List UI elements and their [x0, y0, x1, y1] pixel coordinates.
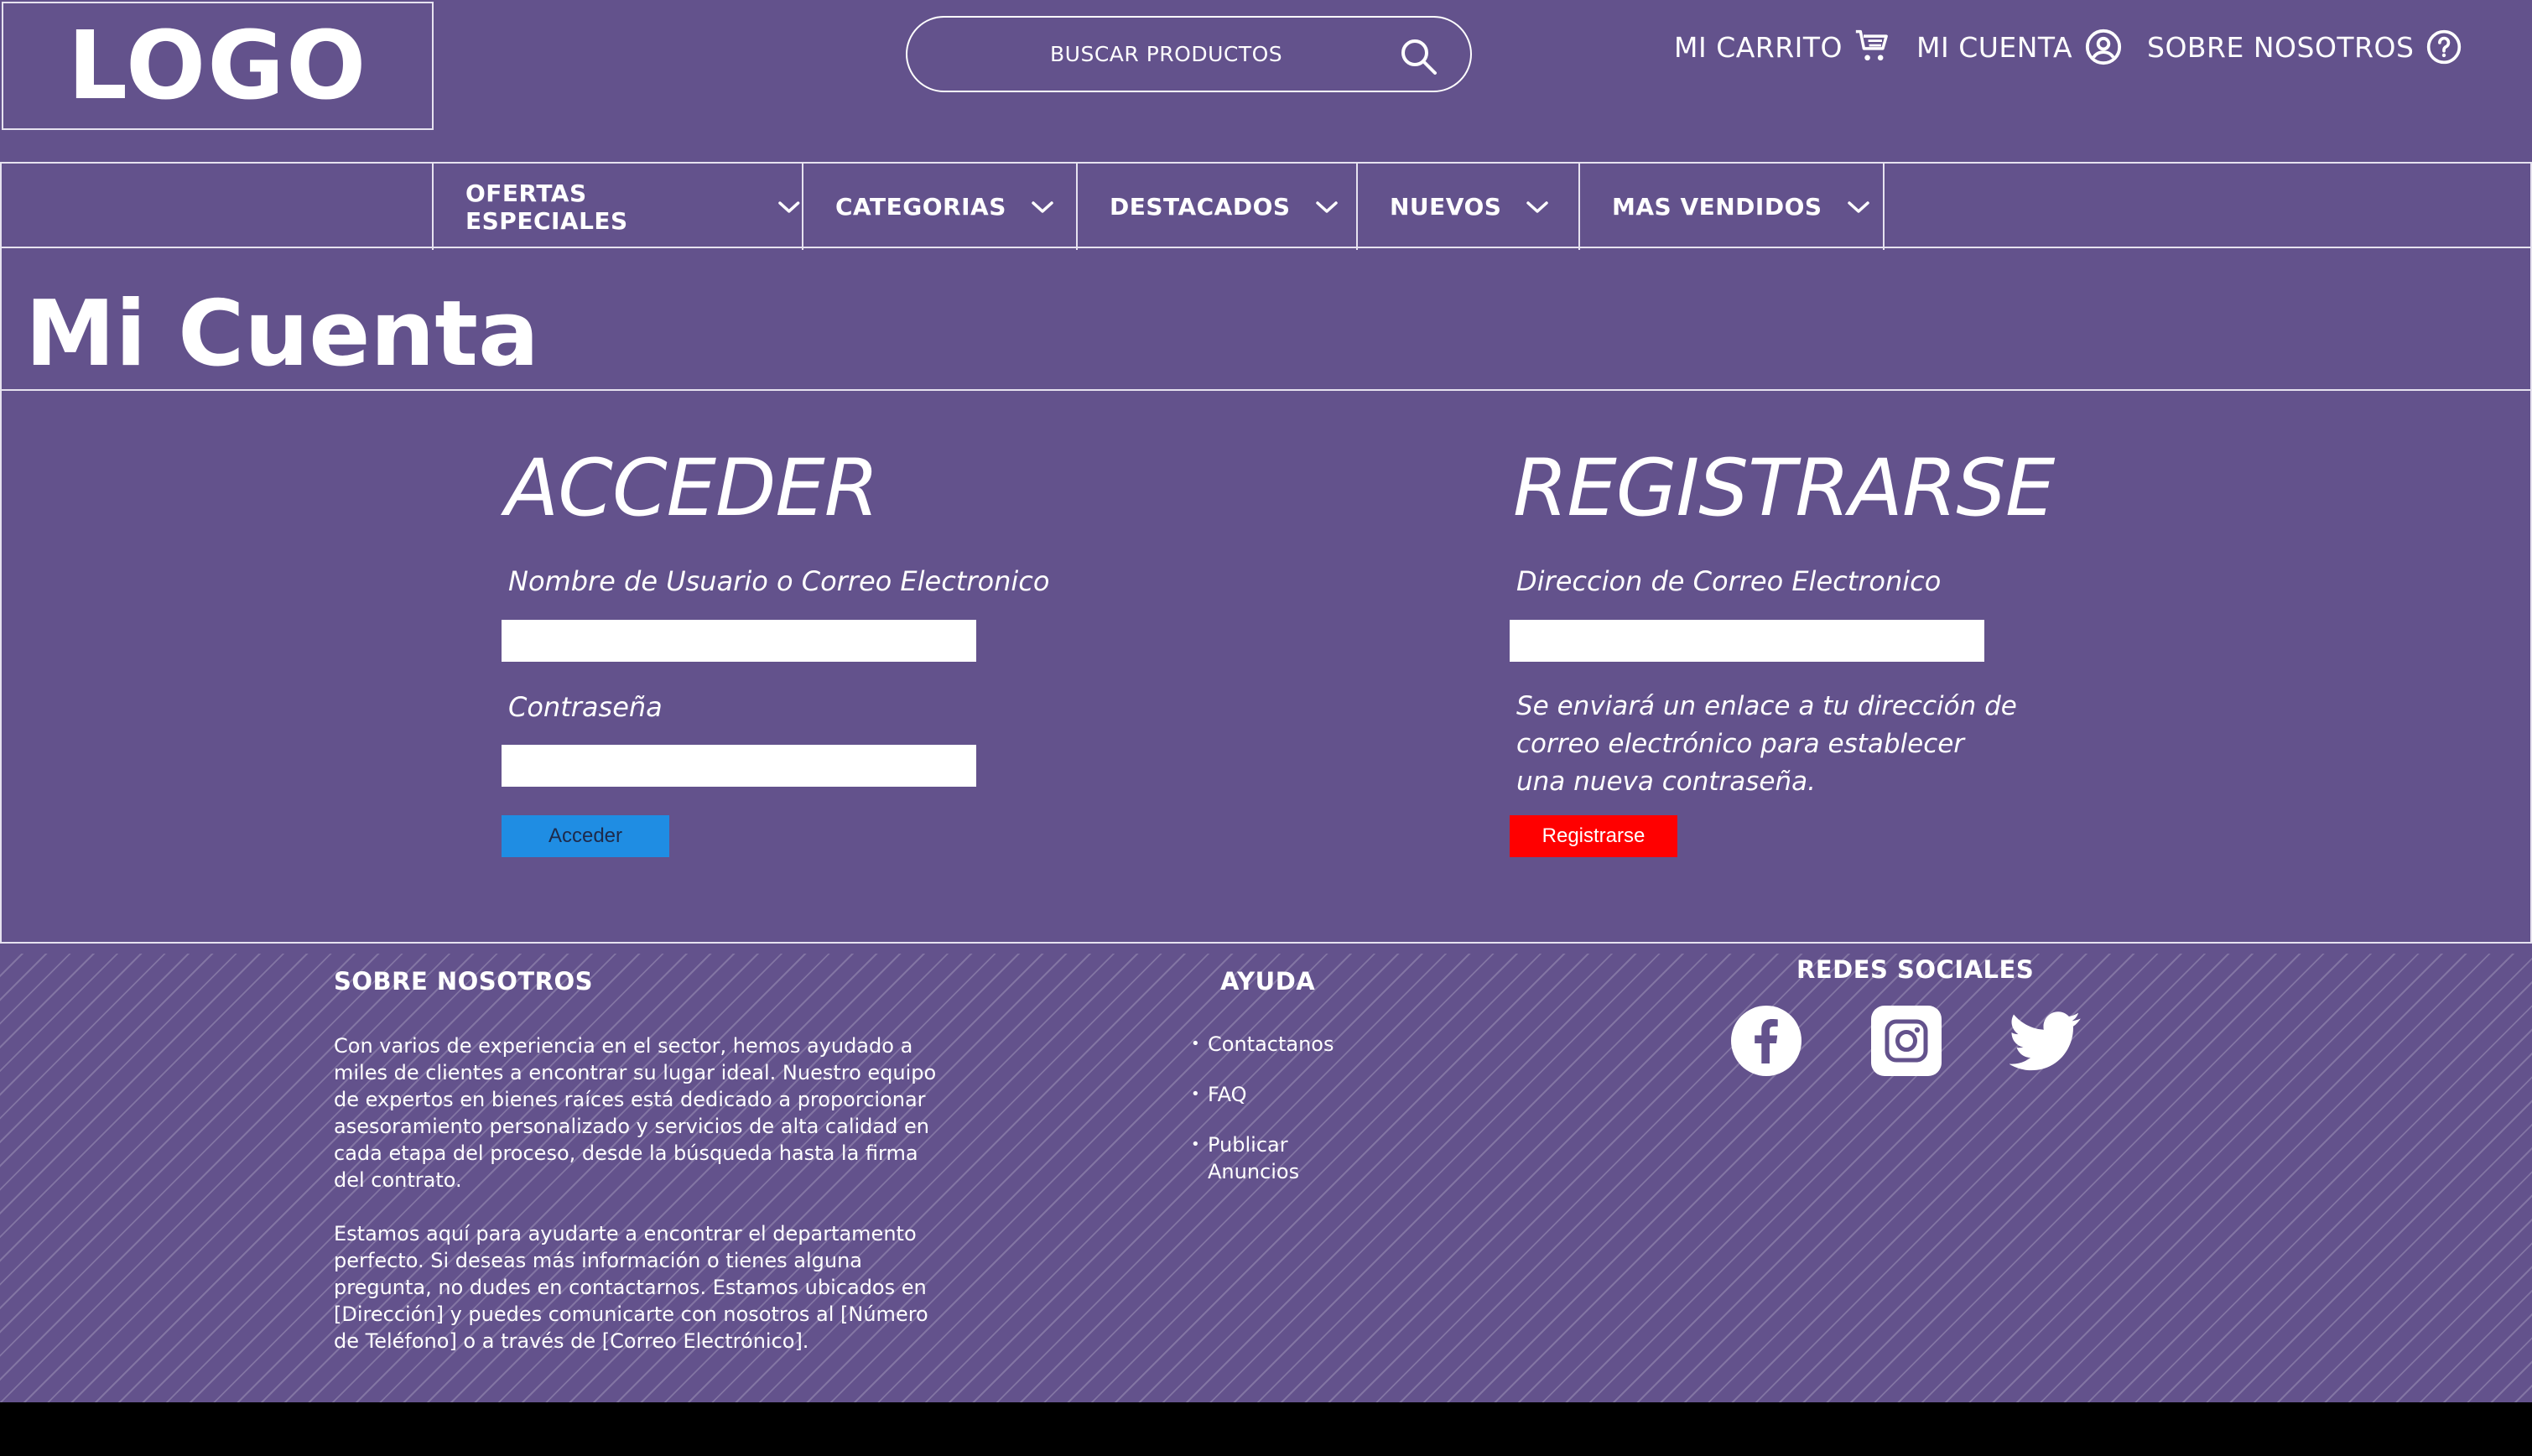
chevron-down-icon	[1847, 200, 1869, 213]
instagram-icon[interactable]	[1870, 1005, 1942, 1077]
chevron-down-icon	[1526, 200, 1549, 213]
account-panel: ACCEDER Nombre de Usuario o Correo Elect…	[0, 391, 2532, 944]
cart-link[interactable]: MI CARRITO	[1674, 23, 1891, 70]
login-title: ACCEDER	[505, 443, 879, 534]
username-field[interactable]	[502, 620, 976, 662]
cart-link-label: MI CARRITO	[1674, 30, 1843, 64]
help-circle-icon	[2427, 29, 2462, 65]
footer-social-heading: REDES SOCIALES	[1796, 955, 2035, 984]
about-link[interactable]: SOBRE NOSOTROS	[2147, 23, 2462, 70]
logo-text: LOGO	[67, 11, 368, 121]
main-nav: OFERTAS ESPECIALES CATEGORIAS DESTACADOS…	[0, 162, 2532, 250]
footer-help-list: Contactanos FAQ Publicar Anuncios	[1191, 1031, 1375, 1209]
account-link[interactable]: MI CUENTA	[1916, 23, 2123, 70]
password-label: Contraseña	[508, 691, 663, 723]
email-label: Direccion de Correo Electronico	[1516, 565, 1942, 597]
register-title: REGISTRARSE	[1513, 443, 2055, 534]
footer-about-contact-text: Estamos aquí para ayudarte a encontrar e…	[334, 1222, 928, 1353]
nav-mas-vendidos[interactable]: MAS VENDIDOS	[1578, 164, 1885, 250]
footer-help-heading: AYUDA	[1220, 967, 1316, 996]
footer: SOBRE NOSOTROS Con varios de experiencia…	[0, 954, 2532, 1402]
user-circle-icon	[2086, 29, 2122, 65]
cart-icon	[1855, 29, 1888, 61]
email-field[interactable]	[1510, 620, 1984, 662]
facebook-icon[interactable]	[1730, 1005, 1802, 1077]
nav-ofertas-especiales[interactable]: OFERTAS ESPECIALES	[432, 164, 802, 250]
search-icon[interactable]	[1398, 36, 1438, 76]
page-frame: LOGO BUSCAR PRODUCTOS MI CARRITO MI CUEN…	[0, 0, 2532, 1402]
about-link-label: SOBRE NOSOTROS	[2147, 30, 2415, 64]
nav-item-label: OFERTAS ESPECIALES	[465, 179, 628, 235]
footer-about-heading: SOBRE NOSOTROS	[334, 967, 593, 996]
chevron-down-icon	[1315, 200, 1338, 213]
title-band: Mi Cuenta	[0, 248, 2532, 391]
logo[interactable]: LOGO	[2, 2, 434, 130]
footer-about-text: Con varios de experiencia en el sector, …	[334, 1034, 937, 1192]
login-button[interactable]: Acceder	[502, 815, 669, 857]
help-link-publish[interactable]: Publicar Anuncios	[1191, 1131, 1375, 1185]
nav-categorias[interactable]: CATEGORIAS	[802, 164, 1076, 250]
register-button[interactable]: Registrarse	[1510, 815, 1677, 857]
chevron-down-icon	[1032, 200, 1053, 213]
page-title: Mi Cuenta	[25, 282, 539, 387]
account-link-label: MI CUENTA	[1916, 30, 2073, 64]
chevron-down-icon	[778, 200, 800, 213]
search-bar[interactable]: BUSCAR PRODUCTOS	[906, 16, 1472, 92]
nav-nuevos[interactable]: NUEVOS	[1356, 164, 1578, 250]
register-note: Se enviará un enlace a tu dirección de c…	[1516, 691, 2017, 797]
username-label: Nombre de Usuario o Correo Electronico	[508, 565, 1050, 597]
twitter-icon[interactable]	[2009, 1005, 2082, 1077]
nav-destacados[interactable]: DESTACADOS	[1076, 164, 1356, 250]
nav-item-label: DESTACADOS	[1110, 193, 1291, 221]
search-input[interactable]: BUSCAR PRODUCTOS	[1050, 42, 1282, 66]
help-link-faq[interactable]: FAQ	[1191, 1081, 1375, 1108]
help-link-contact[interactable]: Contactanos	[1191, 1031, 1375, 1058]
nav-item-label: NUEVOS	[1390, 193, 1502, 221]
nav-item-label: MAS VENDIDOS	[1612, 193, 1822, 221]
nav-item-label: CATEGORIAS	[835, 193, 1006, 221]
password-field[interactable]	[502, 745, 976, 787]
